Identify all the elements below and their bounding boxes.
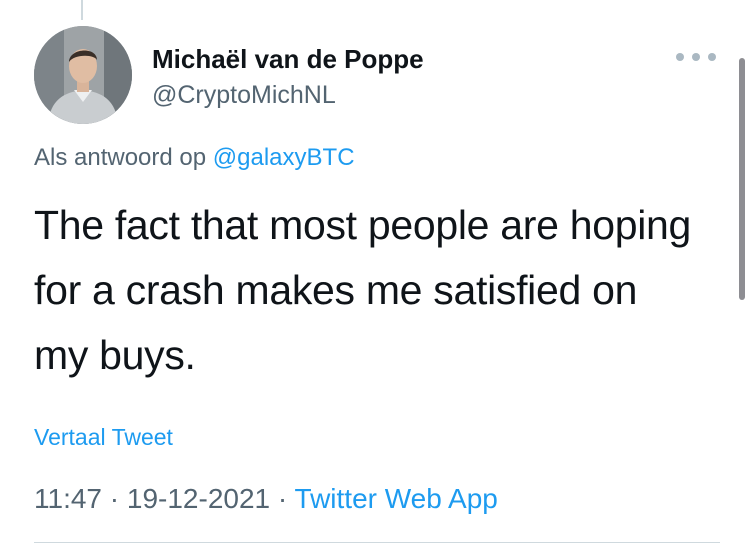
translate-tweet-link[interactable]: Vertaal Tweet (34, 424, 173, 451)
avatar[interactable] (34, 26, 132, 124)
more-dot (676, 53, 684, 61)
more-horizontal-icon[interactable] (676, 47, 716, 67)
divider (34, 542, 720, 543)
tweet-meta: 11:47 · 19-12-2021 · Twitter Web App (34, 483, 498, 515)
author-handle[interactable]: @CryptoMichNL (152, 81, 336, 110)
reply-mention-link[interactable]: @galaxyBTC (213, 144, 355, 171)
author-display-name[interactable]: Michaël van de Poppe (152, 44, 424, 75)
meta-separator: · (109, 483, 120, 514)
thread-connector-line (81, 0, 83, 20)
meta-separator: · (277, 483, 288, 514)
reply-prefix: Als antwoord op (34, 144, 207, 171)
tweet-time[interactable]: 11:47 (34, 483, 102, 514)
scrollbar[interactable] (739, 58, 745, 300)
more-dot (708, 53, 716, 61)
more-dot (692, 53, 700, 61)
tweet-text: The fact that most people are hoping for… (34, 202, 692, 378)
tweet-source-link[interactable]: Twitter Web App (295, 483, 498, 514)
tweet-date[interactable]: 19-12-2021 (127, 483, 270, 514)
reply-context: Als antwoord op @galaxyBTC (34, 144, 355, 172)
